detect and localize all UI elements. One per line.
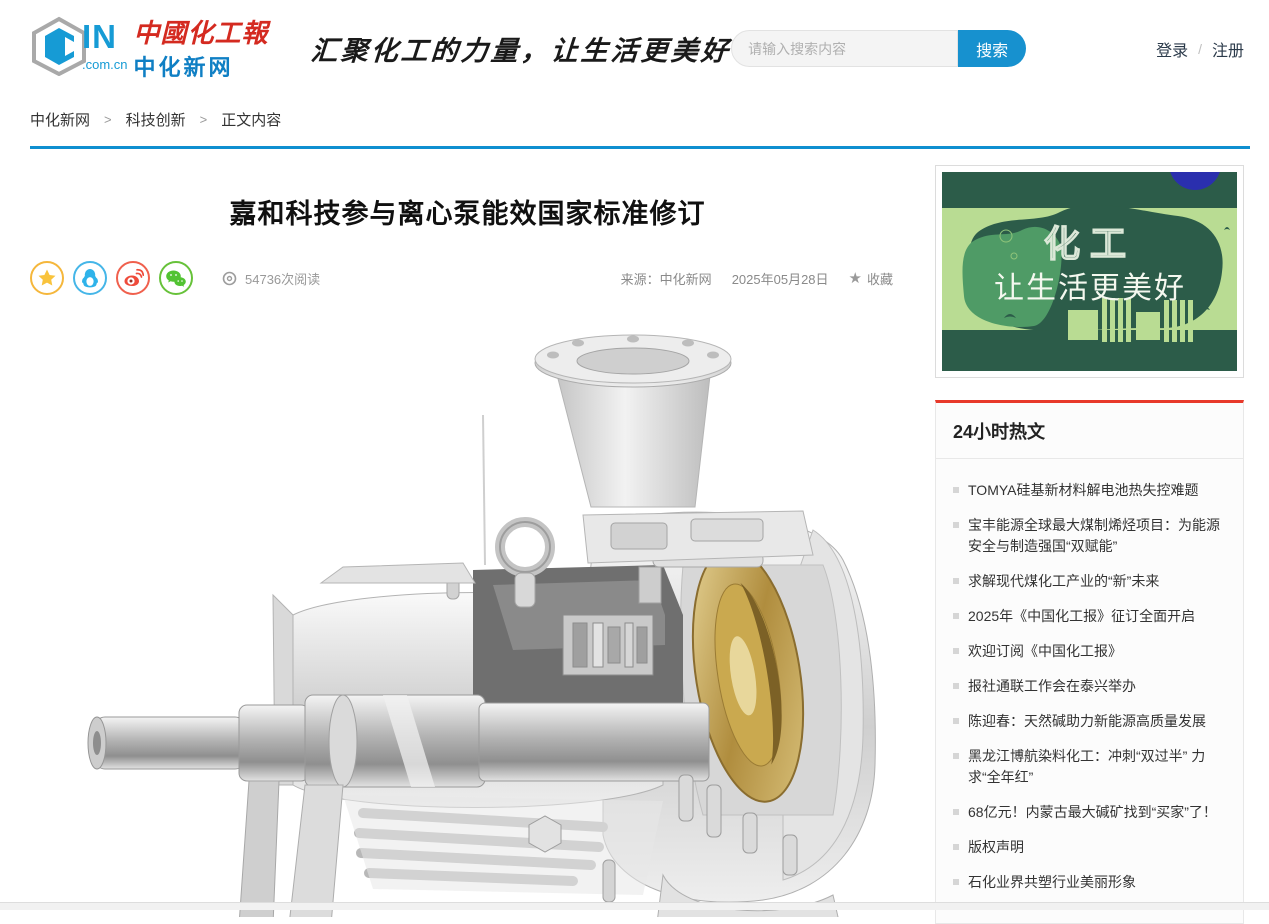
- site-header: IN .com.cn 中國化工報 中化新网 汇聚化工的力量，让生活更美好 搜索 …: [0, 0, 1269, 97]
- logo-text-block: IN .com.cn: [82, 22, 128, 72]
- banner-title-text: 化工: [1044, 223, 1136, 264]
- hot-article-item[interactable]: 欢迎订阅《中国化工报》: [953, 641, 1227, 662]
- breadcrumb-current: 正文内容: [221, 109, 281, 130]
- benzene-hexagon-icon: [30, 16, 88, 76]
- content-area: 嘉和科技参与离心泵能效国家标准修订: [0, 149, 1269, 924]
- banner-subtitle-text: 让生活更美好: [994, 272, 1186, 305]
- register-link[interactable]: 注册: [1212, 37, 1244, 61]
- breadcrumb-section[interactable]: 科技创新: [126, 109, 186, 130]
- weibo-share-icon[interactable]: [116, 261, 150, 295]
- site-name: 中化新网: [134, 50, 269, 82]
- promo-banner[interactable]: 化工 让生活更美好: [935, 165, 1244, 378]
- hot-article-item[interactable]: 68亿元！内蒙古最大碱矿找到“买家”了！: [953, 802, 1227, 823]
- qzone-share-icon[interactable]: [30, 261, 64, 295]
- favorite-label: 收藏: [867, 269, 893, 288]
- breadcrumb-home[interactable]: 中化新网: [30, 109, 90, 130]
- hot-article-item[interactable]: 报社通联工作会在泰兴举办: [953, 676, 1227, 697]
- article-column: 嘉和科技参与离心泵能效国家标准修订: [30, 165, 905, 917]
- logo-names-block: 中國化工報 中化新网: [134, 20, 269, 82]
- article-title: 嘉和科技参与离心泵能效国家标准修订: [30, 192, 905, 231]
- site-slogan: 汇聚化工的力量，让生活更美好: [309, 29, 732, 68]
- article-date: 2025年05月28日: [732, 269, 829, 288]
- favorite-button[interactable]: ★ 收藏: [849, 269, 893, 288]
- view-count-text: 54736次阅读: [245, 269, 320, 288]
- hot-article-item[interactable]: 宝丰能源全球最大煤制烯烃项目：为能源安全与制造强国“双赋能”: [953, 515, 1227, 557]
- qq-share-icon[interactable]: [73, 261, 107, 295]
- search-button[interactable]: 搜索: [958, 30, 1026, 67]
- view-count: 54736次阅读: [221, 269, 320, 288]
- views-eye-icon: [221, 271, 238, 286]
- logo-domain-suffix: .com.cn: [82, 57, 128, 72]
- page-bottom-strip: [0, 902, 1269, 910]
- hot-article-item[interactable]: TOMYA硅基新材料解电池热失控难题: [953, 480, 1227, 501]
- hot-article-item[interactable]: 石化业界共塑行业美丽形象: [953, 872, 1227, 893]
- article-figure: [30, 315, 905, 917]
- favorite-star-icon: ★: [849, 271, 862, 286]
- hot-article-item[interactable]: 陈迎春：天然碱助力新能源高质量发展: [953, 711, 1227, 732]
- breadcrumb-separator: >: [200, 112, 208, 127]
- wechat-share-icon[interactable]: [159, 261, 193, 295]
- breadcrumb-separator: >: [104, 112, 112, 127]
- auth-links: 登录 / 注册: [1156, 37, 1244, 61]
- sidebar: 化工 让生活更美好 24小时热文 TOMYA硅基新材料解电池热失控难题 宝丰能源…: [935, 165, 1244, 924]
- search-input[interactable]: [731, 30, 958, 67]
- hot-article-item[interactable]: 求解现代煤化工产业的“新”未来: [953, 571, 1227, 592]
- site-logo[interactable]: IN .com.cn 中國化工報 中化新网: [30, 16, 269, 82]
- login-link[interactable]: 登录: [1156, 37, 1188, 61]
- hot-article-item[interactable]: 版权声明: [953, 837, 1227, 858]
- newspaper-name: 中國化工報: [134, 20, 269, 48]
- article-meta-right: 来源：中化新网 2025年05月28日 ★ 收藏: [621, 269, 905, 288]
- article-meta-row: 54736次阅读 来源：中化新网 2025年05月28日 ★ 收藏: [30, 261, 905, 295]
- hot-articles-title: 24小时热文: [936, 403, 1243, 459]
- hot-article-item[interactable]: 2025年《中国化工报》征订全面开启: [953, 606, 1227, 627]
- hot-article-item[interactable]: 黑龙江博航染料化工：冲刺“双过半” 力求“全年红”: [953, 746, 1227, 788]
- search-bar: 搜索: [731, 30, 1026, 67]
- share-buttons: [30, 261, 193, 295]
- article-source: 来源：中化新网: [621, 269, 712, 288]
- centrifugal-pump-cutaway-image: [43, 315, 893, 917]
- auth-divider: /: [1198, 41, 1202, 57]
- hot-articles-panel: 24小时热文 TOMYA硅基新材料解电池热失控难题 宝丰能源全球最大煤制烯烃项目…: [935, 400, 1244, 924]
- hot-articles-list: TOMYA硅基新材料解电池热失控难题 宝丰能源全球最大煤制烯烃项目：为能源安全与…: [936, 459, 1243, 923]
- logo-letters: IN: [82, 22, 128, 52]
- breadcrumb: 中化新网 > 科技创新 > 正文内容: [0, 97, 1269, 130]
